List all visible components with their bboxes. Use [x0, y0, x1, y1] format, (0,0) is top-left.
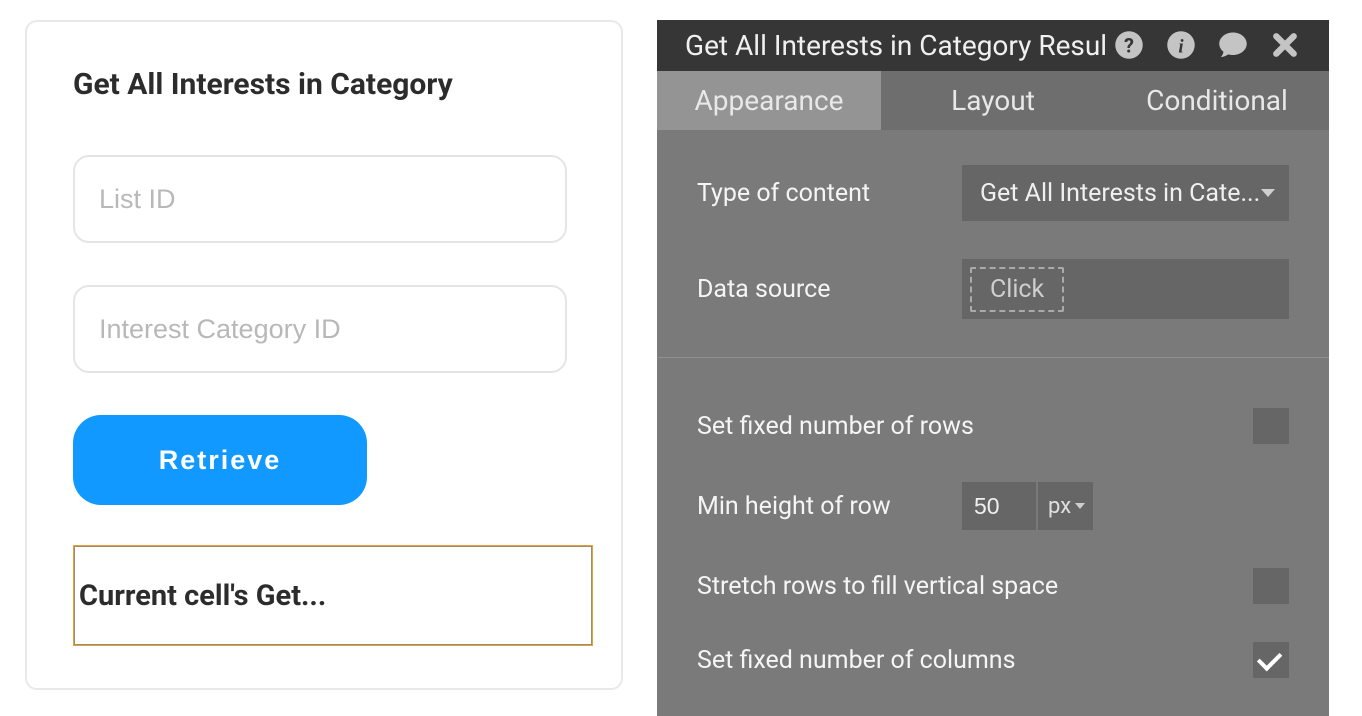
chevron-down-icon [1075, 503, 1085, 509]
section-divider [657, 357, 1329, 358]
chevron-down-icon [1261, 189, 1275, 197]
stretch-rows-row: Stretch rows to fill vertical space [697, 568, 1289, 604]
data-source-click-chip[interactable]: Click [970, 267, 1064, 312]
tab-layout[interactable]: Layout [881, 71, 1105, 130]
tab-bar: Appearance Layout Conditional [657, 71, 1329, 130]
info-icon[interactable]: i [1165, 29, 1197, 61]
tab-appearance[interactable]: Appearance [657, 71, 881, 130]
fixed-columns-label: Set fixed number of columns [697, 646, 1253, 675]
fixed-columns-row: Set fixed number of columns [697, 642, 1289, 678]
type-of-content-dropdown[interactable]: Get All Interests in Cate... [962, 165, 1289, 221]
type-of-content-value: Get All Interests in Cate... [980, 179, 1260, 208]
min-height-row: Min height of row px [697, 482, 1289, 530]
type-of-content-row: Type of content Get All Interests in Cat… [697, 165, 1289, 221]
header-icon-group: ? i [1113, 29, 1301, 61]
min-height-unit-value: px [1048, 494, 1071, 519]
card-title: Get All Interests in Category [73, 67, 575, 102]
fixed-rows-label: Set fixed number of rows [697, 412, 1253, 441]
repeating-cell-preview[interactable]: Current cell's Get... [73, 545, 593, 646]
property-editor-panel: Get All Interests in Category Resul ? i … [657, 20, 1329, 716]
fixed-rows-checkbox[interactable] [1253, 408, 1289, 444]
help-icon[interactable]: ? [1113, 29, 1145, 61]
form-card: Get All Interests in Category Retrieve C… [25, 20, 623, 690]
min-height-input[interactable] [962, 482, 1036, 530]
stretch-rows-label: Stretch rows to fill vertical space [697, 572, 1253, 601]
panel-body: Type of content Get All Interests in Cat… [657, 130, 1329, 716]
interest-category-id-input[interactable] [73, 285, 567, 373]
cell-expression-text: Current cell's Get... [79, 579, 326, 613]
panel-header: Get All Interests in Category Resul ? i [657, 20, 1329, 71]
svg-text:?: ? [1124, 34, 1134, 58]
data-source-box[interactable]: Click [962, 259, 1289, 319]
type-of-content-label: Type of content [697, 179, 962, 208]
tab-conditional[interactable]: Conditional [1105, 71, 1329, 130]
stretch-rows-checkbox[interactable] [1253, 568, 1289, 604]
close-icon[interactable] [1269, 29, 1301, 61]
panel-title: Get All Interests in Category Resul [685, 29, 1113, 62]
fixed-rows-row: Set fixed number of rows [697, 408, 1289, 444]
data-source-row: Data source Click [697, 259, 1289, 319]
svg-text:i: i [1178, 37, 1184, 58]
fixed-columns-checkbox[interactable] [1253, 642, 1289, 678]
min-height-unit-select[interactable]: px [1038, 482, 1093, 530]
data-source-label: Data source [697, 275, 962, 304]
retrieve-button[interactable]: Retrieve [73, 415, 367, 505]
comment-icon[interactable] [1217, 29, 1249, 61]
list-id-input[interactable] [73, 155, 567, 243]
min-height-label: Min height of row [697, 492, 962, 521]
